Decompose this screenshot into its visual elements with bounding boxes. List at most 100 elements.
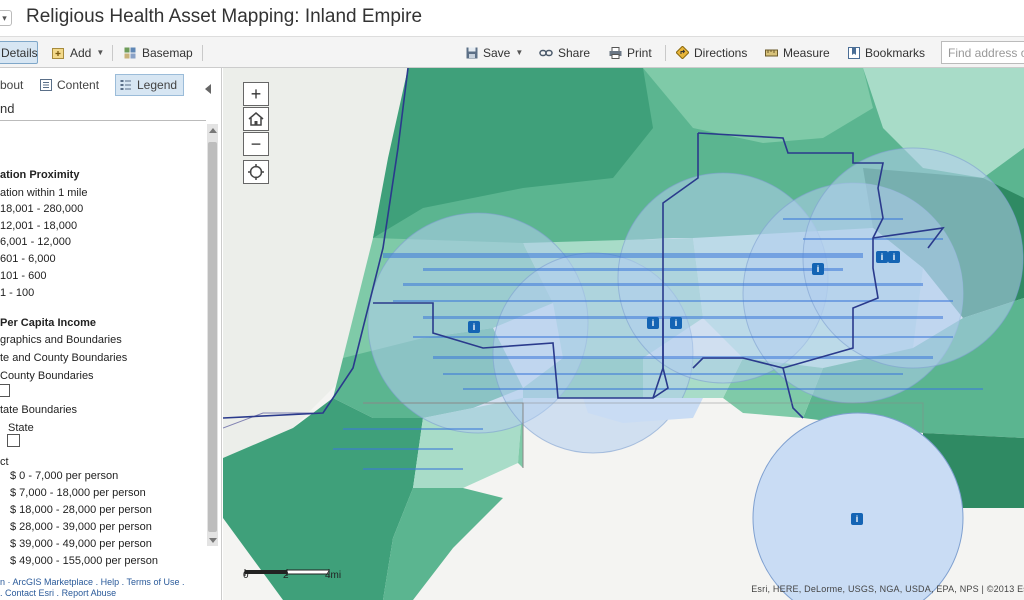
scale-label: 0 [243,570,249,581]
print-label: Print [627,45,652,60]
share-label: Share [558,45,591,60]
toolbar-divider [112,45,113,61]
scale-label: 4mi [325,570,342,581]
map-attribution: Esri, HERE, DeLorme, USGS, NGA, USDA, EP… [751,584,1024,594]
print-icon [609,46,622,59]
measure-label: Measure [783,45,830,60]
footer-link-marketplace[interactable]: ArcGIS Marketplace [13,577,94,587]
bookmarks-label: Bookmarks [865,45,926,60]
add-button[interactable]: Add ▼ [52,41,104,64]
measure-icon [765,49,778,56]
save-icon [466,47,478,58]
locate-icon [248,164,264,180]
legend-class: 12,001 - 18,000 [0,220,78,232]
sidebar-footer: n · ArcGIS Marketplace . Help . Terms of… [0,577,185,598]
legend-class: 1 - 100 [0,287,35,299]
scrollbar-thumb[interactable] [208,142,217,532]
legend-class: $ 28,000 - 39,000 per person [10,521,152,533]
legend-class: 18,001 - 280,000 [0,203,84,215]
directions-button[interactable]: Directions [676,41,747,64]
scale-label: 2 [283,570,289,581]
legend-layer-title: Per Capita Income [0,317,96,329]
footer-link-terms[interactable]: Terms of Use [126,577,179,587]
chevron-down-icon: ▼ [515,48,524,57]
sidebar-scrollbar[interactable] [207,124,218,546]
legend-heading: nd [0,101,15,116]
tract-label: ct [0,456,9,468]
location-pin-icon[interactable]: i [468,321,480,333]
legend-class: $ 7,000 - 18,000 per person [10,487,146,499]
toolbar: Details Add ▼ Basemap Save ▼ Share Print… [0,36,1024,68]
home-icon [248,112,264,126]
sidebar-tabs: bout Content Legend [0,74,221,96]
tab-content[interactable]: Content [40,74,99,96]
footer-link-help[interactable]: Help [101,577,120,587]
tab-about[interactable]: bout [0,74,23,96]
scroll-up-icon[interactable] [209,128,217,133]
location-pin-icon[interactable]: i [888,251,900,263]
footer-link-contact[interactable]: Contact Esri [5,588,54,598]
share-button[interactable]: Share [539,41,590,64]
add-label: Add [70,45,92,60]
chevron-down-icon[interactable]: ▾ [0,10,12,26]
legend-layer-subtitle: ation within 1 mile [0,187,88,199]
legend-class: $ 39,000 - 49,000 per person [10,538,152,550]
legend-icon [120,80,131,90]
legend-layer-title: ation Proximity [0,169,80,181]
details-label: Details [1,45,38,60]
county-checkbox[interactable] [0,384,10,397]
legend-class: $ 49,000 - 155,000 per person [10,555,159,567]
details-button[interactable]: Details [0,41,38,64]
legend-group: graphics and Boundaries [0,334,122,346]
bookmark-icon [848,46,860,59]
chevron-down-icon: ▼ [96,48,105,57]
bookmarks-button[interactable]: Bookmarks [848,41,925,64]
locate-button[interactable] [243,160,269,184]
location-pin-icon[interactable]: i [670,317,682,329]
basemap-icon [124,47,136,58]
location-pin-icon[interactable]: i [647,317,659,329]
location-pin-icon[interactable]: i [812,263,824,275]
scroll-down-icon[interactable] [209,538,217,543]
app-title: Religious Health Asset Mapping: Inland E… [26,6,423,27]
basemap-button[interactable]: Basemap [124,41,193,64]
footer-link-report-abuse[interactable]: Report Abuse [62,588,117,598]
legend-group: County Boundaries [0,370,94,382]
location-pin-icon[interactable]: i [851,513,863,525]
title-bar: ▾ Religious Health Asset Mapping: Inland… [0,0,1024,36]
toolbar-divider [665,45,666,61]
location-pin-icon[interactable]: i [876,251,888,263]
tab-legend-label: Legend [137,78,178,92]
legend-class: 6,001 - 12,000 [0,236,71,248]
tab-legend[interactable]: Legend [115,74,185,96]
tab-about-label: bout [0,78,24,92]
divider [0,120,206,121]
sidebar: bout Content Legend nd ation Proximity a… [0,68,222,600]
measure-button[interactable]: Measure [765,41,830,64]
content-icon [40,79,52,91]
legend-class: $ 18,000 - 28,000 per person [10,504,152,516]
toolbar-divider [202,45,203,61]
print-button[interactable]: Print [609,41,652,64]
add-icon [52,47,64,59]
footer-link[interactable]: n [0,577,5,587]
collapse-panel-icon[interactable] [205,84,211,94]
legend-group: tate Boundaries [0,404,78,416]
directions-label: Directions [694,45,748,60]
home-button[interactable] [243,107,269,131]
legend-class: 601 - 6,000 [0,253,56,265]
basemap-label: Basemap [142,45,193,60]
zoom-out-button[interactable]: − [243,132,269,156]
legend-class: $ 0 - 7,000 per person [10,470,119,482]
link-icon [539,49,553,56]
map-view[interactable]: i i i i i i i + − 0 2 4mi Esri, HERE, De… [223,68,1024,600]
legend-class: 101 - 600 [0,270,47,282]
save-button[interactable]: Save ▼ [466,41,523,64]
tab-content-label: Content [57,78,100,92]
save-label: Save [483,45,511,60]
find-address-input[interactable] [941,41,1024,64]
zoom-in-button[interactable]: + [243,82,269,106]
state-label: State [8,422,34,434]
map-canvas [223,68,1024,600]
state-checkbox[interactable] [7,434,20,447]
